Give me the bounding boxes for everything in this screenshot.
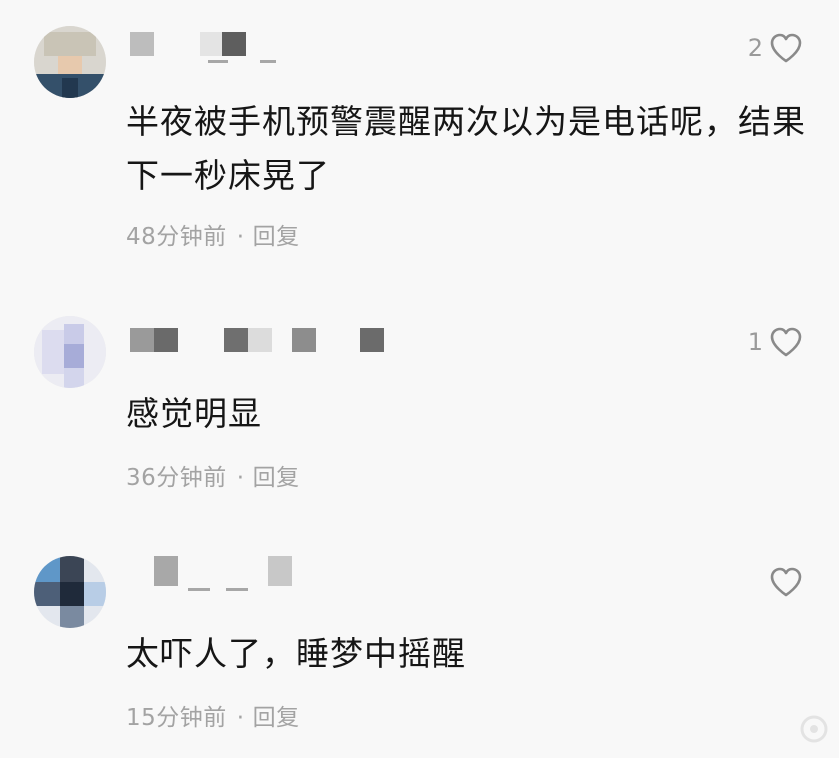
avatar[interactable] [34,556,106,628]
reply-button[interactable]: 回复 [253,224,300,250]
comment-time: 15分钟前 [126,705,227,731]
like-count: 1 [747,328,763,356]
heart-outline-icon [770,33,802,63]
avatar[interactable] [34,316,106,388]
watermark [799,714,829,744]
meta-separator: · [236,705,245,731]
heart-outline-icon [770,567,802,597]
comment-time: 48分钟前 [126,224,227,250]
like-count: 2 [747,34,763,62]
comment-meta: 48分钟前 · 回复 [126,217,300,251]
comment-text: 太吓人了，睡梦中摇醒 [126,634,466,673]
comment-text: 半夜被手机预警震醒两次以为是电话呢，结果下一秒床晃了 [126,102,806,195]
reply-button[interactable]: 回复 [253,465,300,491]
like-button[interactable]: 2 [748,30,803,66]
meta-separator: · [236,465,245,491]
username-masked[interactable] [128,28,428,63]
like-button[interactable]: 1 [748,324,803,360]
comment-time: 36分钟前 [126,465,227,491]
comment-text: 感觉明显 [126,394,262,433]
site-logo-icon [800,715,828,743]
heart-outline-icon [770,327,802,357]
username-masked[interactable] [128,556,428,591]
comment-meta: 36分钟前 · 回复 [126,458,300,492]
reply-button[interactable]: 回复 [253,705,300,731]
avatar[interactable] [34,26,106,98]
like-button[interactable] [751,564,803,600]
username-masked[interactable] [128,324,428,356]
meta-separator: · [236,224,245,250]
comment-meta: 15分钟前 · 回复 [126,698,300,732]
